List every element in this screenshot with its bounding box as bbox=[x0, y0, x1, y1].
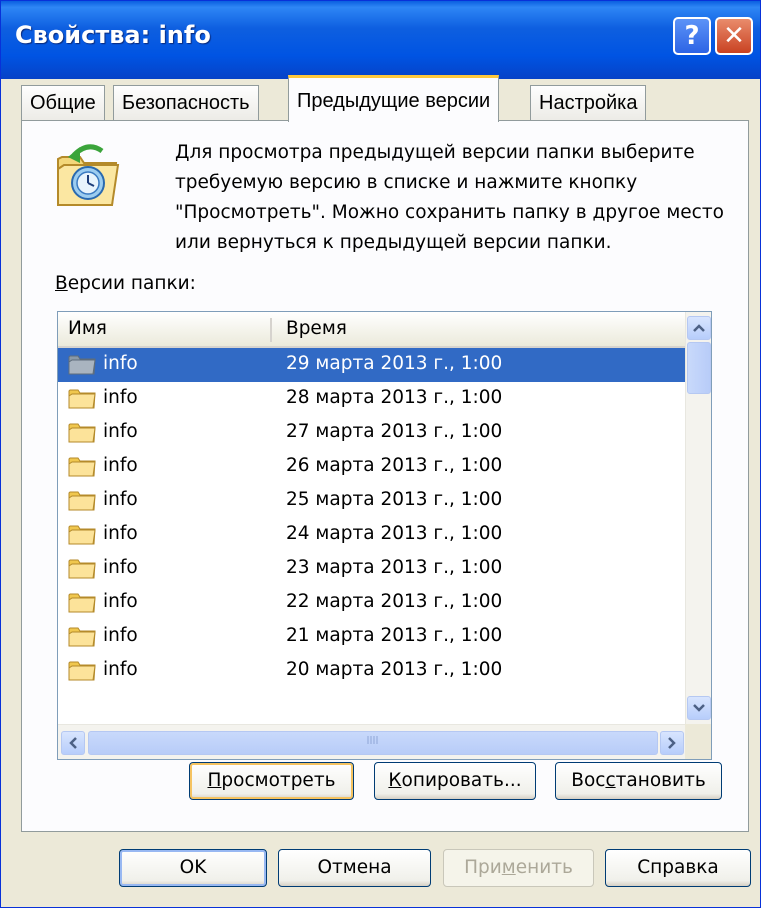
column-time-header[interactable]: Время bbox=[286, 318, 347, 339]
close-button[interactable]: ✕ bbox=[715, 17, 753, 55]
copy-accel: К bbox=[388, 770, 402, 791]
item-name: info bbox=[103, 353, 138, 374]
grip-icon bbox=[367, 736, 378, 744]
help-footer-button[interactable]: Справка bbox=[605, 849, 751, 887]
scroll-right-button[interactable] bbox=[660, 731, 684, 755]
folder-icon bbox=[68, 627, 96, 647]
view-button[interactable]: Просмотреть bbox=[189, 762, 354, 800]
item-name: info bbox=[103, 625, 138, 646]
scroll-up-button[interactable] bbox=[687, 316, 711, 340]
list-item[interactable]: info 27 марта 2013 г., 1:00 bbox=[58, 416, 685, 450]
tab-previous-versions[interactable]: Предыдущие версии bbox=[288, 75, 500, 122]
item-name: info bbox=[103, 523, 138, 544]
item-name: info bbox=[103, 557, 138, 578]
window-title: Свойства: info bbox=[15, 21, 211, 49]
versions-label: Версии папки: bbox=[55, 273, 196, 294]
copy-button[interactable]: Копировать... bbox=[374, 762, 536, 800]
vertical-scroll-thumb[interactable] bbox=[687, 342, 711, 394]
versions-label-accel: В bbox=[55, 273, 68, 294]
apply-accel: м bbox=[501, 857, 516, 878]
title-bar[interactable]: Свойства: info ? ✕ bbox=[1, 1, 760, 79]
list-header: Имя Время bbox=[58, 312, 685, 348]
tab-panel-previous-versions: Для просмотра предыдущей версии папки вы… bbox=[21, 120, 749, 832]
item-time: 28 марта 2013 г., 1:00 bbox=[286, 387, 503, 408]
folder-icon bbox=[68, 559, 96, 579]
restore-button[interactable]: Восстановить bbox=[555, 762, 722, 800]
chevron-down-icon bbox=[693, 704, 705, 712]
chevron-left-icon bbox=[69, 737, 77, 749]
column-name-header[interactable]: Имя bbox=[68, 318, 107, 339]
item-name: info bbox=[103, 591, 138, 612]
item-name: info bbox=[103, 455, 138, 476]
cancel-button[interactable]: Отмена bbox=[278, 849, 431, 887]
restore-label-pre: Вос bbox=[571, 770, 606, 791]
folder-icon bbox=[68, 457, 96, 477]
chevron-right-icon bbox=[668, 737, 676, 749]
folder-icon bbox=[68, 525, 96, 545]
folder-icon bbox=[68, 661, 96, 681]
vertical-scrollbar[interactable] bbox=[685, 312, 711, 724]
help-button[interactable]: ? bbox=[673, 17, 711, 55]
column-separator[interactable] bbox=[270, 318, 272, 342]
folder-icon bbox=[68, 355, 96, 375]
list-item[interactable]: info 22 марта 2013 г., 1:00 bbox=[58, 586, 685, 620]
close-icon: ✕ bbox=[723, 21, 745, 51]
tab-customize[interactable]: Настройка bbox=[530, 85, 647, 121]
list-item[interactable]: info 23 марта 2013 г., 1:00 bbox=[58, 552, 685, 586]
properties-dialog: Свойства: info ? ✕ Общие Безопасность На… bbox=[0, 0, 761, 908]
list-rows: info 29 марта 2013 г., 1:00 info 28 март… bbox=[58, 348, 685, 688]
list-item[interactable]: info 25 марта 2013 г., 1:00 bbox=[58, 484, 685, 518]
list-item[interactable]: info 28 марта 2013 г., 1:00 bbox=[58, 382, 685, 416]
restore-accel: с bbox=[605, 770, 616, 791]
apply-button[interactable]: Применить bbox=[443, 849, 594, 887]
scroll-corner bbox=[685, 724, 711, 759]
ok-button[interactable]: OK bbox=[119, 849, 267, 887]
folder-icon bbox=[68, 389, 96, 409]
list-item[interactable]: info 21 марта 2013 г., 1:00 bbox=[58, 620, 685, 654]
item-time: 20 марта 2013 г., 1:00 bbox=[286, 659, 503, 680]
list-item[interactable]: info 24 марта 2013 г., 1:00 bbox=[58, 518, 685, 552]
apply-label-pre: При bbox=[464, 857, 502, 878]
tab-general[interactable]: Общие bbox=[21, 85, 105, 121]
view-label: росмотреть bbox=[221, 770, 336, 791]
chevron-up-icon bbox=[693, 324, 705, 332]
item-time: 21 марта 2013 г., 1:00 bbox=[286, 625, 503, 646]
list-item[interactable]: info 20 марта 2013 г., 1:00 bbox=[58, 654, 685, 688]
item-name: info bbox=[103, 421, 138, 442]
folder-history-icon bbox=[57, 144, 120, 206]
item-time: 29 марта 2013 г., 1:00 bbox=[286, 353, 503, 374]
horizontal-scroll-thumb[interactable] bbox=[88, 731, 658, 755]
item-name: info bbox=[103, 489, 138, 510]
list-item[interactable]: info 26 марта 2013 г., 1:00 bbox=[58, 450, 685, 484]
item-time: 22 марта 2013 г., 1:00 bbox=[286, 591, 503, 612]
help-icon: ? bbox=[684, 21, 700, 51]
versions-list[interactable]: Имя Время info 29 марта 2013 г., 1:00 in… bbox=[57, 311, 712, 760]
folder-icon bbox=[68, 491, 96, 511]
list-item[interactable]: info 29 марта 2013 г., 1:00 bbox=[58, 348, 685, 382]
restore-label: тановить bbox=[615, 770, 706, 791]
item-name: info bbox=[103, 659, 138, 680]
item-name: info bbox=[103, 387, 138, 408]
tab-security[interactable]: Безопасность bbox=[113, 85, 259, 121]
scroll-down-button[interactable] bbox=[687, 696, 711, 720]
item-time: 25 марта 2013 г., 1:00 bbox=[286, 489, 503, 510]
view-accel: П bbox=[207, 770, 222, 791]
copy-label: опировать... bbox=[401, 770, 522, 791]
scroll-left-button[interactable] bbox=[61, 731, 85, 755]
horizontal-scrollbar[interactable] bbox=[58, 724, 685, 759]
item-time: 27 марта 2013 г., 1:00 bbox=[286, 421, 503, 442]
description-text: Для просмотра предыдущей версии папки вы… bbox=[175, 142, 724, 253]
folder-icon bbox=[68, 423, 96, 443]
item-time: 23 марта 2013 г., 1:00 bbox=[286, 557, 503, 578]
folder-icon bbox=[68, 593, 96, 613]
item-time: 24 марта 2013 г., 1:00 bbox=[286, 523, 503, 544]
item-time: 26 марта 2013 г., 1:00 bbox=[286, 455, 503, 476]
apply-label: енить bbox=[515, 857, 573, 878]
versions-label-text: ерсии папки: bbox=[67, 273, 196, 294]
